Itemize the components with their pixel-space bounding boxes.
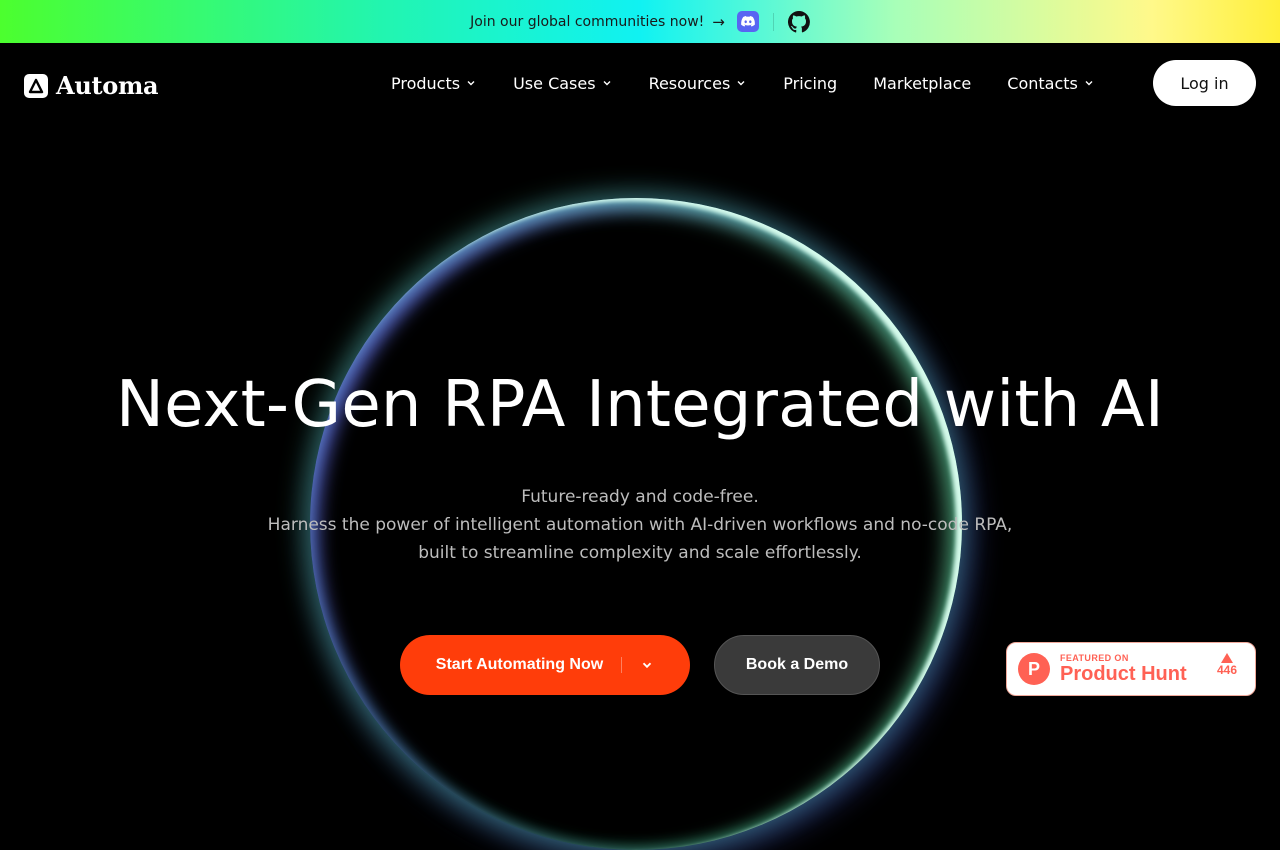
nav-item-resources[interactable]: Resources — [649, 71, 748, 95]
chevron-down-icon — [737, 81, 745, 86]
product-hunt-featured-label: FEATURED ON — [1060, 653, 1129, 663]
hero-subtitle-line: built to streamline complexity and scale… — [418, 543, 862, 563]
automa-logo-icon — [24, 73, 48, 98]
main-navigation: Automa Products Use Cases Resources Pric… — [0, 43, 1280, 123]
chevron-down-icon[interactable] — [640, 658, 654, 672]
start-automating-button[interactable]: Start Automating Now — [400, 635, 690, 695]
chevron-down-icon — [603, 81, 611, 86]
product-hunt-name: Product Hunt — [1060, 663, 1187, 685]
banner-text: Join our global communities now! — [470, 13, 705, 30]
product-hunt-text: FEATURED ON Product Hunt — [1060, 653, 1187, 685]
nav-item-contacts[interactable]: Contacts — [1007, 71, 1095, 95]
product-hunt-logo-icon: P — [1018, 653, 1050, 685]
login-button[interactable]: Log in — [1153, 60, 1256, 106]
nav-item-pricing[interactable]: Pricing — [783, 71, 837, 95]
product-hunt-votes: 446 — [1217, 653, 1237, 677]
community-banner: Join our global communities now! → — [0, 0, 1280, 43]
discord-icon[interactable] — [736, 11, 759, 32]
nav-item-label: Resources — [648, 73, 731, 93]
nav-item-products[interactable]: Products — [391, 71, 477, 95]
banner-link[interactable]: Join our global communities now! → — [470, 13, 725, 31]
hero-headline: Next-Gen RPA Integrated with AI — [116, 368, 1164, 442]
button-divider — [621, 657, 623, 673]
brand-logo[interactable]: Automa — [24, 71, 159, 100]
vote-count: 446 — [1216, 663, 1237, 677]
nav-menu: Products Use Cases Resources Pricing Mar… — [391, 71, 1095, 95]
triangle-up-icon — [1220, 653, 1233, 663]
nav-item-label: Marketplace — [873, 73, 972, 93]
arrow-right-icon: → — [712, 12, 725, 31]
nav-item-label: Use Cases — [513, 73, 596, 93]
product-hunt-badge[interactable]: P FEATURED ON Product Hunt 446 — [1006, 642, 1256, 696]
banner-divider — [772, 12, 774, 31]
nav-item-label: Products — [391, 73, 461, 93]
nav-item-marketplace[interactable]: Marketplace — [873, 71, 971, 95]
github-icon[interactable] — [787, 10, 810, 33]
chevron-down-icon — [467, 81, 475, 86]
hero-subtitle-line: Harness the power of intelligent automat… — [267, 515, 1013, 535]
hero-subtitle: Future-ready and code-free. Harness the … — [0, 483, 1280, 567]
start-automating-label: Start Automating Now — [435, 656, 604, 673]
brand-name: Automa — [56, 71, 159, 100]
book-demo-button[interactable]: Book a Demo — [714, 635, 880, 695]
nav-item-label: Contacts — [1007, 73, 1078, 93]
nav-item-label: Pricing — [783, 73, 838, 93]
hero-subtitle-line: Future-ready and code-free. — [521, 487, 759, 507]
nav-item-use-cases[interactable]: Use Cases — [513, 71, 612, 95]
chevron-down-icon — [1085, 81, 1093, 86]
